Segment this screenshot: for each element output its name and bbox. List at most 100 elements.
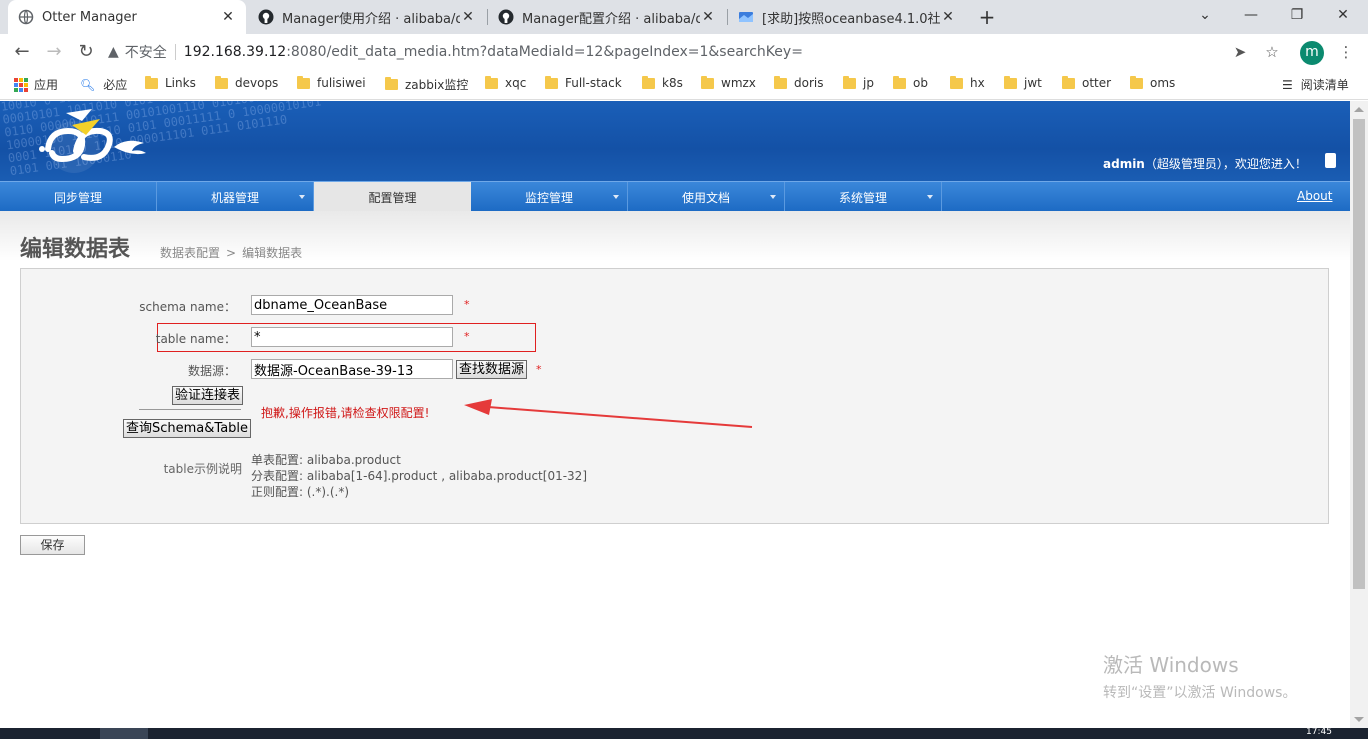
bookmark-folder-oms[interactable]: oms [1130,75,1175,90]
menu-label: 机器管理 [210,191,259,205]
bookmark-label: jwt [1024,76,1042,90]
bookmark-folder-xqc[interactable]: xqc [485,75,527,90]
minimize-button[interactable]: — [1228,0,1274,30]
bookmark-folder-zabbix[interactable]: zabbix监控 [385,76,468,93]
tab-manager-config[interactable]: Manager配置介绍 · alibaba/otte ✕ [488,0,726,34]
menu-config-management[interactable]: 配置管理 [314,182,471,212]
tab-manager-intro[interactable]: Manager使用介绍 · alibaba/otte ✕ [248,0,486,34]
schema-name-input[interactable] [251,295,453,315]
breadcrumb-item: 编辑数据表 [242,246,303,260]
folder-icon [843,75,856,89]
address-bar[interactable]: ▲ 不安全 192.168.39.12:8080/edit_data_media… [108,39,1292,65]
verify-table-button[interactable]: 验证连接表 [172,386,244,405]
bookmark-apps[interactable]: 应用 [14,76,58,93]
bookmark-label: xqc [505,76,527,90]
tab-oceanbase-forum[interactable]: [求助]按照oceanbase4.1.0社区版 ✕ [728,0,966,34]
bookmark-folder-links[interactable]: Links [145,75,196,90]
omnibox-separator [174,44,176,60]
bookmark-folder-k8s[interactable]: k8s [642,75,683,90]
bookmark-folder-jwt[interactable]: jwt [1004,75,1042,90]
bookmark-folder-devops[interactable]: devops [215,75,278,90]
bookmark-label: wmzx [721,76,756,90]
back-arrow-icon[interactable]: ← [10,40,34,64]
bookmark-label: Links [165,76,196,90]
page-title: 编辑数据表 [20,237,131,262]
menu-documentation[interactable]: 使用文档 [628,182,785,212]
send-icon[interactable]: ➤ [1228,40,1252,64]
bookmark-label: zabbix监控 [405,78,469,92]
bookmark-folder-ob[interactable]: ob [893,75,928,90]
scrollbar-thumb[interactable] [1353,119,1365,589]
reading-list[interactable]: ☰ 阅读清单 [1282,76,1349,93]
search-icon: 🔍︎ [80,77,96,92]
bookmark-bing[interactable]: 🔍︎ 必应 [80,76,127,93]
windows-activation-watermark: 激活 Windows 转到“设置”以激活 Windows。 [1103,649,1296,702]
breadcrumb-item[interactable]: 数据表配置 [160,246,220,260]
menu-sync-management[interactable]: 同步管理 [0,182,157,212]
breadcrumb-separator: > [226,246,237,260]
menu-label: 使用文档 [681,191,730,205]
about-link[interactable]: About [1297,189,1332,203]
annotation-arrow [464,399,753,428]
close-icon[interactable]: ✕ [940,9,956,25]
bookmark-folder-otter[interactable]: otter [1062,75,1112,90]
security-status[interactable]: 不安全 [125,42,167,62]
save-button[interactable]: 保存 [20,535,85,555]
required-mark: * [536,363,542,376]
find-data-source-button[interactable]: 查找数据源 [456,360,528,379]
bookmark-label: 必应 [103,78,128,92]
menu-system-management[interactable]: 系统管理 [785,182,942,212]
menu-kebab-icon[interactable]: ⋮ [1334,40,1358,64]
scroll-up-arrow-icon[interactable] [1354,107,1364,112]
bookmark-label: otter [1082,76,1112,90]
forward-arrow-icon[interactable]: → [42,40,66,64]
bookmark-folder-doris[interactable]: doris [774,75,823,90]
data-source-input[interactable] [251,359,453,379]
reading-list-label: 阅读清单 [1300,78,1349,92]
bookmark-folder-wmzx[interactable]: wmzx [701,75,756,90]
bookmark-folder-hx[interactable]: hx [950,75,985,90]
page-heading-bar: 编辑数据表 数据表配置 > 编辑数据表 [0,211,1350,262]
required-mark: * [464,298,470,311]
restore-button[interactable]: ❐ [1274,0,1320,30]
button-divider [139,409,241,410]
close-window-button[interactable]: ✕ [1320,0,1366,30]
scroll-down-arrow-icon[interactable] [1354,717,1364,722]
folder-icon [145,75,158,89]
apps-grid-icon [14,77,28,92]
close-icon[interactable]: ✕ [700,9,716,25]
bookmarks-bar: 应用 🔍︎ 必应 Links devops fulisiwei zabbix监控… [0,70,1368,100]
new-tab-button[interactable]: + [975,6,999,28]
menu-label: 配置管理 [368,191,417,205]
browser-tab-strip: Otter Manager ✕ Manager使用介绍 · alibaba/ot… [0,0,1368,34]
profile-avatar[interactable]: m [1300,41,1324,65]
folder-icon [215,75,228,89]
bookmark-label: Full-stack [565,76,622,90]
github-icon [498,9,514,25]
menu-label: 同步管理 [53,191,102,205]
close-icon[interactable]: ✕ [460,9,476,25]
close-icon[interactable]: ✕ [220,9,236,25]
tab-search-button[interactable]: ⌄ [1182,0,1228,30]
logout-icon[interactable] [1325,153,1336,168]
folder-icon [950,75,963,89]
query-schema-table-button[interactable]: 查询Schema&Table [123,419,252,438]
star-bookmark-icon[interactable]: ☆ [1260,40,1284,64]
table-name-input[interactable] [251,327,453,347]
folder-icon [893,75,906,89]
bookmark-label: ob [913,76,928,90]
bookmark-folder-fulisiwei[interactable]: fulisiwei [297,75,366,90]
warning-triangle-icon[interactable]: ▲ [108,44,119,60]
page-scrollbar[interactable] [1350,101,1368,728]
reload-icon[interactable]: ↻ [74,40,98,64]
bookmark-folder-jp[interactable]: jp [843,75,874,90]
example-regex: 正则配置: (.*).(.*) [251,485,350,499]
menu-machine-management[interactable]: 机器管理 [157,182,314,212]
folder-icon [1004,75,1017,89]
bookmark-folder-full-stack[interactable]: Full-stack [545,75,622,90]
url-path: :8080/edit_data_media.htm?dataMediaId=12… [286,44,803,60]
tab-otter-manager[interactable]: Otter Manager ✕ [8,0,246,34]
menu-monitor-management[interactable]: 监控管理 [471,182,628,212]
taskbar-active-app[interactable] [100,728,148,739]
bookmark-label: 应用 [34,78,59,92]
